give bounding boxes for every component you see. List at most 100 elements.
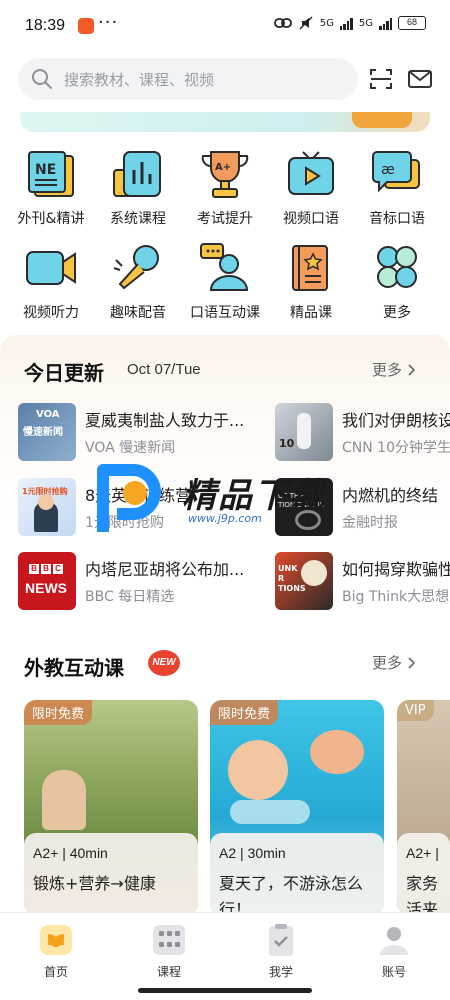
account-person-icon [380,927,408,955]
today-title: 今日更新 [24,361,104,385]
chevron-right-icon [408,363,416,376]
person-chat-icon [200,243,249,291]
mute-icon [299,16,313,30]
news-source: VOA 慢速新闻 [85,440,176,456]
category-video-listening[interactable]: 视频听力 [6,242,96,322]
news-title: 内塔尼亚胡将公布加... [85,560,245,579]
news-thumbnail: 10 [275,403,333,461]
course-card[interactable]: VIP A2+ | 家务活来干? [397,700,450,915]
bottom-navigation: 首页 课程 我学 账号 [0,912,450,1000]
svg-text:A+: A+ [215,162,231,173]
more-label: 更多 [372,654,403,672]
card-illustration [310,730,364,774]
status-bar: 18:39 ··· 5G 5G 68 [0,0,450,52]
news-item[interactable]: B B C NEWS 内塔尼亚胡将公布加... BBC 每日精选 [18,552,268,610]
category-label: 趣味配音 [110,305,166,321]
course-meta: A2+ | 40min [33,845,108,861]
microphone-icon [113,245,159,290]
news-source: 金融时报 [342,515,398,531]
signal-icon [339,17,353,30]
watermark-text: 精品下载 [182,476,326,516]
category-dubbing[interactable]: 趣味配音 [93,242,183,322]
course-card[interactable]: 限时免费 A2 | 30min 夏天了，不游泳怎么行！ [210,700,384,915]
signal-icon [379,17,392,30]
network-type-2: 5G [358,17,373,29]
category-label: 视频口语 [283,211,339,227]
nav-label: 首页 [43,965,68,979]
category-system-course[interactable]: 系统课程 [93,148,183,228]
phonetic-chat-icon: æ [372,151,420,193]
category-phonetic[interactable]: æ 音标口语 [352,148,442,228]
svg-text:æ: æ [381,162,395,178]
category-label: 音标口语 [369,211,425,227]
scan-icon[interactable] [369,67,393,91]
category-speaking-interactive[interactable]: 口语互动课 [180,242,270,322]
news-title: 如何揭穿欺骗性 [342,560,450,579]
more-label: 更多 [372,361,403,379]
category-label: 系统课程 [110,211,166,227]
category-label: 精品课 [290,305,332,321]
trophy-icon: A+ [201,151,249,198]
today-date: Oct 07/Tue [127,361,201,378]
category-exam[interactable]: A+ 考试提升 [180,148,270,228]
star-book-icon [292,245,328,291]
nav-my-learning[interactable]: 我学 [241,923,321,980]
status-time: 18:39 [25,17,66,34]
search-bar[interactable]: 搜索教材、课程、视频 [18,58,358,100]
news-thumbnail: VOA 慢速新闻 [18,403,76,461]
course-tag: 限时免费 [24,700,93,725]
category-video-speaking[interactable]: 视频口语 [266,148,356,228]
card-illustration [228,740,288,800]
news-item[interactable]: VOA 慢速新闻 夏威夷制盐人致力于... VOA 慢速新闻 [18,403,268,461]
search-icon [32,69,52,89]
category-more[interactable]: 更多 [352,242,442,322]
banner-illustration [352,112,412,128]
network-type-1: 5G [319,17,334,29]
news-item[interactable]: 10 我们对伊朗核设 CNN 10分钟学生 [275,403,450,461]
course-title: 家务活来干? [406,874,439,915]
news-thumbnail: UNK R TIONS [275,552,333,610]
card-illustration [230,800,310,824]
watermark-url: www.j9p.com [188,512,262,525]
nav-label: 我学 [268,965,293,979]
nav-courses[interactable]: 课程 [129,923,209,980]
course-tag: 限时免费 [210,700,279,725]
foreign-more-button[interactable]: 更多 [372,652,416,673]
nav-home[interactable]: 首页 [16,923,96,980]
home-indicator[interactable] [138,988,312,993]
watermark-logo [97,464,161,532]
news-title: 夏威夷制盐人致力于... [85,411,245,430]
category-label: 考试提升 [197,211,253,227]
news-source: Big Think大思想 [342,589,450,605]
news-title: 内燃机的终结 [342,486,439,505]
promo-banner[interactable] [20,112,430,132]
magazine-icon: NE [28,151,74,197]
category-label: 口语互动课 [190,305,260,321]
mail-icon[interactable] [407,67,433,91]
grid-course-icon [153,925,185,955]
video-camera-icon [26,251,76,285]
foreign-title: 外教互动课 [24,656,124,680]
course-title: 锻炼+营养→健康 [33,874,156,893]
link-icon [273,18,292,28]
tv-play-icon [288,151,334,195]
news-thumbnail: B B C NEWS [18,552,76,610]
today-more-button[interactable]: 更多 [372,359,416,380]
new-badge: NEW [148,650,180,676]
clover-more-icon [377,246,417,288]
category-premium-course[interactable]: 精品课 [266,242,356,322]
category-magazine[interactable]: NE 外刊&精讲 [6,148,96,228]
course-meta: A2 | 30min [219,845,286,861]
course-tag: VIP [397,700,434,721]
nav-label: 账号 [381,965,406,979]
news-thumbnail: 1元限时抢购 [18,478,76,536]
news-title: 我们对伊朗核设 [342,411,450,430]
notification-app-icon [78,18,94,34]
course-card[interactable]: 限时免费 A2+ | 40min 锻炼+营养→健康 [24,700,198,915]
svg-text:NE: NE [35,162,56,178]
category-label: 视频听力 [23,305,79,321]
more-notifications-icon: ··· [98,12,119,33]
news-item[interactable]: UNK R TIONS 如何揭穿欺骗性 Big Think大思想 [275,552,450,610]
nav-account[interactable]: 账号 [354,923,434,980]
news-source: CNN 10分钟学生 [342,440,450,456]
